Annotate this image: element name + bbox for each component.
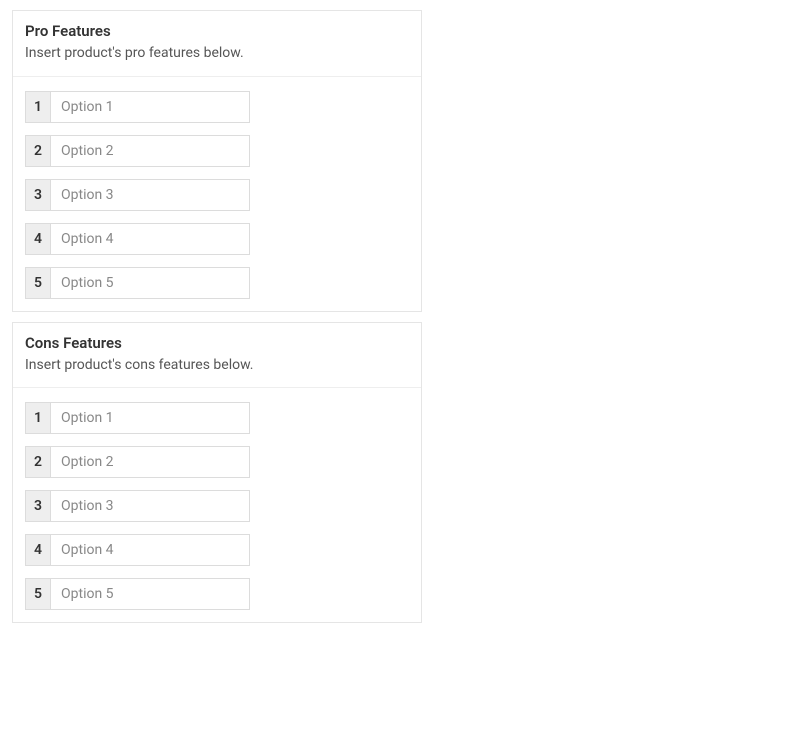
- pro-features-panel: Pro Features Insert product's pro featur…: [12, 10, 422, 312]
- pro-option-row-1: 1: [25, 91, 250, 123]
- cons-option-number-4: 4: [25, 534, 50, 566]
- pro-option-input-1[interactable]: [50, 91, 250, 123]
- pro-option-input-4[interactable]: [50, 223, 250, 255]
- cons-option-input-5[interactable]: [50, 578, 250, 610]
- cons-option-input-4[interactable]: [50, 534, 250, 566]
- cons-option-number-1: 1: [25, 402, 50, 434]
- pro-option-number-4: 4: [25, 223, 50, 255]
- cons-option-number-3: 3: [25, 490, 50, 522]
- pro-option-number-2: 2: [25, 135, 50, 167]
- cons-features-body: 1 2 3 4 5: [13, 388, 421, 622]
- cons-option-row-3: 3: [25, 490, 250, 522]
- pro-option-input-5[interactable]: [50, 267, 250, 299]
- pro-option-number-3: 3: [25, 179, 50, 211]
- cons-option-row-2: 2: [25, 446, 250, 478]
- cons-option-number-5: 5: [25, 578, 50, 610]
- cons-option-input-3[interactable]: [50, 490, 250, 522]
- cons-option-row-5: 5: [25, 578, 250, 610]
- pro-features-header: Pro Features Insert product's pro featur…: [13, 11, 421, 77]
- pro-option-number-5: 5: [25, 267, 50, 299]
- cons-features-panel: Cons Features Insert product's cons feat…: [12, 322, 422, 624]
- pro-option-input-2[interactable]: [50, 135, 250, 167]
- pro-features-body: 1 2 3 4 5: [13, 77, 421, 311]
- pro-features-title: Pro Features: [25, 21, 409, 42]
- pro-option-input-3[interactable]: [50, 179, 250, 211]
- pro-option-row-5: 5: [25, 267, 250, 299]
- cons-option-input-1[interactable]: [50, 402, 250, 434]
- pro-option-number-1: 1: [25, 91, 50, 123]
- pro-option-row-3: 3: [25, 179, 250, 211]
- cons-option-row-4: 4: [25, 534, 250, 566]
- cons-option-row-1: 1: [25, 402, 250, 434]
- cons-features-title: Cons Features: [25, 333, 409, 354]
- cons-option-number-2: 2: [25, 446, 50, 478]
- cons-option-input-2[interactable]: [50, 446, 250, 478]
- cons-features-header: Cons Features Insert product's cons feat…: [13, 323, 421, 389]
- pro-option-row-4: 4: [25, 223, 250, 255]
- pro-features-subtitle: Insert product's pro features below.: [25, 44, 409, 64]
- cons-features-subtitle: Insert product's cons features below.: [25, 356, 409, 376]
- pro-option-row-2: 2: [25, 135, 250, 167]
